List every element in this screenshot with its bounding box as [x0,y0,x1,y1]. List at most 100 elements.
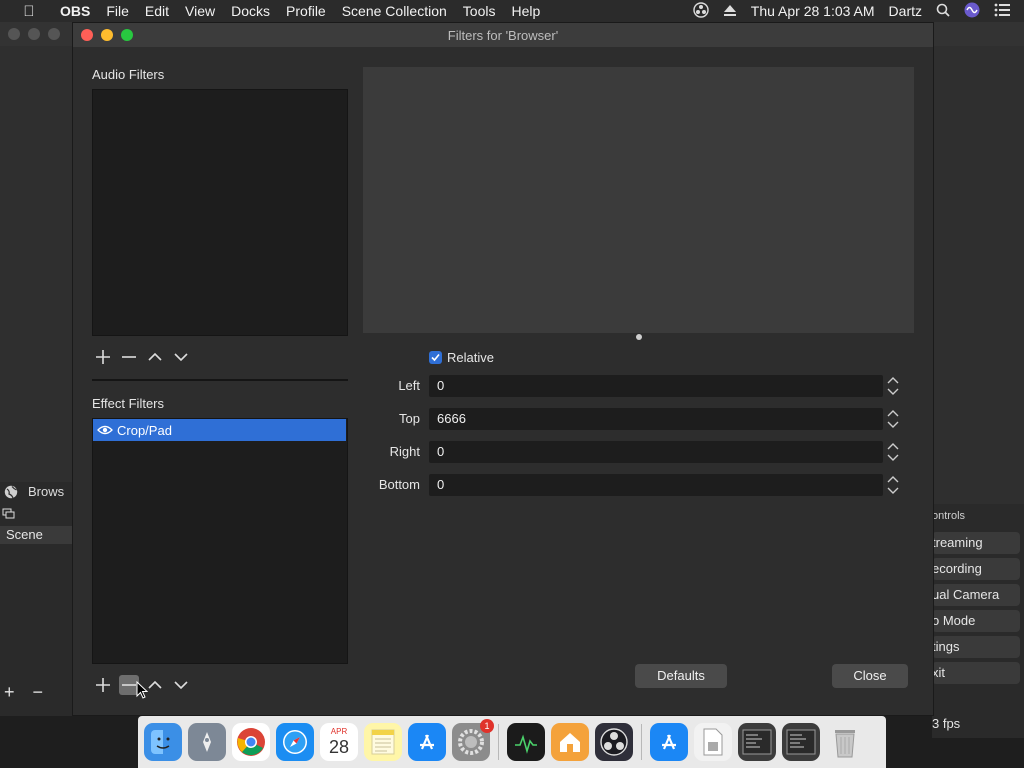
menu-clock[interactable]: Thu Apr 28 1:03 AM [751,3,875,19]
effect-filters-list[interactable]: Crop/Pad [92,418,348,664]
scene-list-buttons: + − [4,682,43,703]
property-left: Left 0 [363,375,903,397]
menu-tools[interactable]: Tools [455,3,504,19]
studio-mode-button[interactable]: o Mode [932,610,1020,632]
move-effect-filter-up-icon[interactable] [145,675,165,695]
menu-scene-collection[interactable]: Scene Collection [334,3,455,19]
preview-splitter-handle[interactable] [636,334,642,340]
property-top-input[interactable]: 6666 [429,408,883,430]
obs-status-icon[interactable] [693,1,709,21]
property-right: Right 0 [363,441,903,463]
stepper-down-icon[interactable] [886,453,900,463]
filters-splitter[interactable] [92,379,348,381]
filters-dialog: Filters for 'Browser' Audio Filters Effe… [72,22,934,716]
menu-edit[interactable]: Edit [137,3,177,19]
chrome-icon[interactable] [232,723,270,761]
menu-file[interactable]: File [98,3,137,19]
stepper-down-icon[interactable] [886,387,900,397]
property-top-stepper[interactable] [886,408,902,430]
document-icon[interactable] [694,723,732,761]
stepper-up-icon[interactable] [886,441,900,451]
safari-icon[interactable] [276,723,314,761]
recent-screenshot-icon[interactable] [738,723,776,761]
activity-monitor-icon[interactable] [507,723,545,761]
recent-screenshot-icon[interactable] [782,723,820,761]
property-bottom-label: Bottom [378,477,420,492]
property-left-label: Left [398,378,420,393]
move-audio-filter-down-icon[interactable] [171,347,191,367]
property-right-stepper[interactable] [886,441,902,463]
effect-filters-label: Effect Filters [92,396,165,411]
property-bottom-input[interactable]: 0 [429,474,883,496]
add-audio-filter-icon[interactable] [93,347,113,367]
remove-scene-icon[interactable]: − [33,682,44,703]
eject-icon[interactable] [723,3,737,20]
main-minimize-light[interactable] [28,28,40,40]
stepper-up-icon[interactable] [886,375,900,385]
menu-app-name[interactable]: OBS [52,3,98,19]
virtual-camera-button[interactable]: ual Camera [932,584,1020,606]
mouse-cursor-icon [136,681,148,699]
main-close-light[interactable] [8,28,20,40]
menu-user[interactable]: Dartz [889,3,922,19]
spotlight-search-icon[interactable] [936,3,950,20]
dialog-title: Filters for 'Browser' [447,28,559,43]
audio-filters-label: Audio Filters [92,67,165,82]
calendar-icon[interactable]: APR 28 [320,723,358,761]
obs-icon[interactable] [595,723,633,761]
finder-icon[interactable] [144,723,182,761]
stepper-down-icon[interactable] [886,420,900,430]
calendar-month: APR [330,727,348,736]
menu-profile[interactable]: Profile [278,3,334,19]
start-recording-button[interactable]: ecording [932,558,1020,580]
settings-button[interactable]: tings [932,636,1020,658]
dock-separator [498,724,499,760]
exit-button[interactable]: xit [932,662,1020,684]
dock-separator [641,724,642,760]
trash-icon[interactable] [826,723,864,761]
filter-item-crop-pad[interactable]: Crop/Pad [93,419,346,441]
notification-center-icon[interactable] [994,3,1010,20]
apple-menu-icon[interactable]:  [20,3,38,20]
scene-item[interactable]: Scene [0,526,72,544]
launchpad-icon[interactable] [188,723,226,761]
source-item-browser[interactable]: Brows [4,484,64,499]
property-left-stepper[interactable] [886,375,902,397]
main-zoom-light[interactable] [48,28,60,40]
start-streaming-button[interactable]: treaming [932,532,1020,554]
audio-filter-buttons [93,347,191,367]
fps-readout: 3 fps [932,716,961,731]
property-bottom: Bottom 0 [363,474,903,496]
property-bottom-stepper[interactable] [886,474,902,496]
stepper-up-icon[interactable] [886,408,900,418]
menu-help[interactable]: Help [503,3,548,19]
close-button[interactable]: Close [832,664,908,688]
siri-icon[interactable] [964,2,980,21]
menu-view[interactable]: View [177,3,223,19]
home-icon[interactable] [551,723,589,761]
visibility-eye-icon[interactable] [97,424,113,436]
calendar-day: 28 [328,737,350,757]
relative-checkbox[interactable]: Relative [429,350,494,365]
app-store-icon[interactable] [408,723,446,761]
stepper-down-icon[interactable] [886,486,900,496]
add-effect-filter-icon[interactable] [93,675,113,695]
controls-dock-title: ontrols [932,510,966,522]
globe-icon [4,485,18,498]
property-left-input[interactable]: 0 [429,375,883,397]
audio-filters-list[interactable] [92,89,348,336]
defaults-button[interactable]: Defaults [635,664,727,688]
source-name: Brows [28,484,65,499]
applications-folder-icon[interactable] [650,723,688,761]
move-audio-filter-up-icon[interactable] [145,347,165,367]
scene-dock-icon[interactable] [2,508,16,523]
move-effect-filter-down-icon[interactable] [171,675,191,695]
remove-audio-filter-icon[interactable] [119,347,139,367]
system-preferences-icon[interactable]: 1 [452,719,494,761]
notes-icon[interactable] [364,723,402,761]
add-scene-icon[interactable]: + [4,682,15,703]
menu-docks[interactable]: Docks [223,3,278,19]
property-right-input[interactable]: 0 [429,441,883,463]
property-top: Top 6666 [363,408,903,430]
stepper-up-icon[interactable] [886,474,900,484]
